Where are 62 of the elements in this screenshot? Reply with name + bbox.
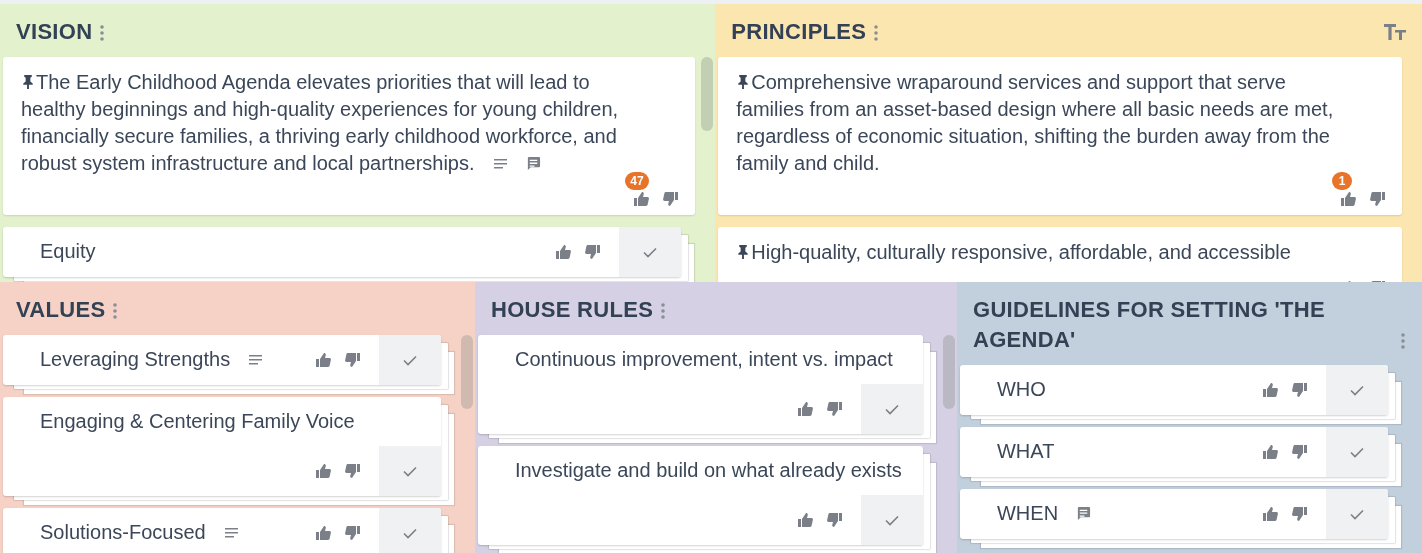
thumbs-up-icon[interactable] [797, 512, 813, 528]
scrollbar-thumb[interactable] [943, 335, 955, 409]
scrollbar-thumb[interactable] [460, 335, 473, 409]
check-button[interactable] [378, 508, 441, 553]
card-text: Investigate and build on what already exists [513, 458, 903, 483]
thumbs-up-icon[interactable] [314, 463, 331, 479]
check-button[interactable] [1325, 365, 1388, 415]
card-text: Equity [39, 239, 97, 264]
card-text: WHEN [960, 489, 1244, 539]
thumbs-down-icon[interactable] [1370, 191, 1386, 207]
card-text: Continuous improvement, intent vs. impact [513, 347, 894, 372]
thumbs-up-icon[interactable] [1261, 382, 1278, 398]
pin-icon [21, 74, 35, 90]
card-text: Solutions-Focused [3, 508, 297, 553]
thumbs-down-icon[interactable] [344, 525, 361, 541]
vote-count-badge: 47 [625, 172, 649, 190]
card-text: High-quality, culturally responsive, affordable, and accessible [736, 239, 1342, 266]
thumbs-down-icon[interactable] [827, 401, 843, 417]
pin-icon [736, 74, 751, 90]
card-text: WHO [996, 377, 1047, 402]
thumbs-up-icon[interactable] [633, 191, 650, 207]
check-button[interactable] [1325, 427, 1388, 477]
thumbs-down-icon[interactable] [344, 463, 361, 479]
thumbs-down-icon[interactable] [344, 352, 361, 368]
card-text: WHAT [996, 439, 1056, 464]
check-button[interactable] [861, 384, 923, 434]
thumbs-up-icon[interactable] [314, 525, 331, 541]
more-menu-icon[interactable] [99, 25, 106, 41]
column-title: GUIDELINES FOR SETTING 'THE AGENDA' [973, 296, 1326, 354]
thumbs-up-icon[interactable] [1261, 506, 1278, 522]
card-text: The Early Childhood Agenda elevates priorities that will lead to healthy beginnings and high-quality experiences for young children, financially secure families, a thriving early childhood workforce, and robust system infrastructure and local partnerships. [21, 70, 620, 176]
thumbs-up-icon[interactable] [314, 352, 331, 368]
card-text: Engaging & Centering Family Voice [39, 409, 356, 434]
card-text: Comprehensive wraparound services and support that serve families from an asset-based design where all basic needs are met, regardless of economic situation, shifting the burden away from the family and child. [736, 70, 1335, 176]
thumbs-down-icon[interactable] [585, 244, 602, 260]
more-menu-icon[interactable] [873, 25, 880, 41]
check-button[interactable] [378, 446, 441, 496]
thumbs-down-icon[interactable] [663, 191, 680, 207]
check-button[interactable] [378, 335, 441, 385]
check-button[interactable] [619, 227, 682, 277]
text-size-icon[interactable] [1384, 23, 1406, 41]
thumbs-up-icon[interactable] [555, 244, 572, 260]
column-title: HOUSE RULES [490, 296, 654, 324]
more-menu-icon[interactable] [112, 303, 119, 319]
pin-icon [736, 244, 751, 260]
check-button[interactable] [1325, 489, 1388, 539]
thumbs-up-icon[interactable] [1340, 191, 1356, 207]
thumbs-up-icon[interactable] [1261, 444, 1278, 460]
vote-count-badge: 1 [1332, 172, 1352, 190]
more-menu-icon[interactable] [1399, 333, 1406, 349]
column-title: VISION [16, 18, 93, 46]
scrollbar-thumb[interactable] [701, 57, 714, 131]
column-title: VALUES [16, 296, 106, 324]
thumbs-down-icon[interactable] [1291, 382, 1308, 398]
thumbs-up-icon[interactable] [797, 401, 813, 417]
column-title: PRINCIPLES [731, 18, 867, 46]
thumbs-down-icon[interactable] [1291, 444, 1308, 460]
check-button[interactable] [861, 495, 923, 545]
thumbs-down-icon[interactable] [1291, 506, 1308, 522]
more-menu-icon[interactable] [660, 303, 667, 319]
card-text: Leveraging Strengths [3, 335, 297, 385]
thumbs-down-icon[interactable] [827, 512, 843, 528]
